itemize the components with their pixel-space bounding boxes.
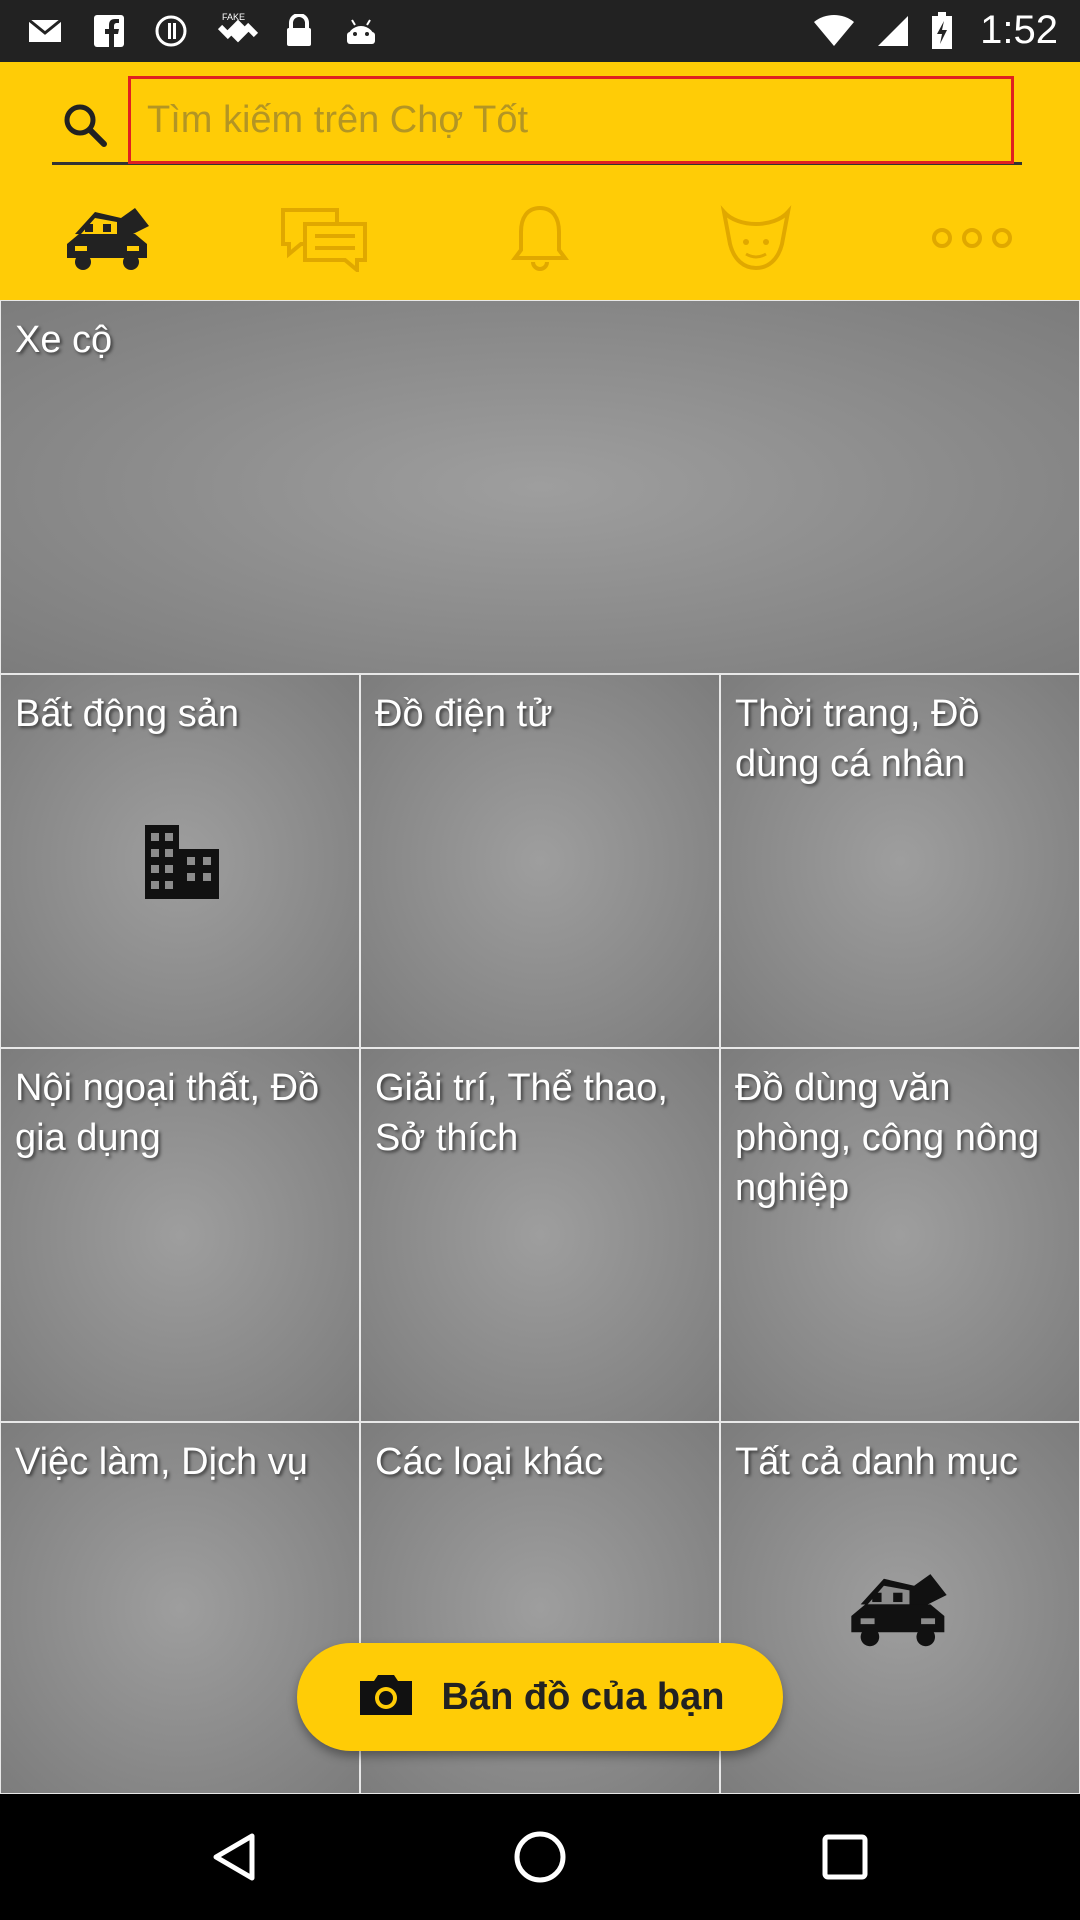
signal-icon (876, 14, 910, 48)
android-icon (344, 14, 378, 48)
app-header (0, 62, 1080, 300)
sync-icon (154, 14, 188, 48)
search-input[interactable] (128, 76, 1014, 164)
category-label: Việc làm, Dịch vụ (15, 1441, 308, 1483)
category-tile-real-estate[interactable]: Bất động sản (0, 674, 360, 1048)
system-nav-bar (0, 1794, 1080, 1920)
battery-icon (930, 12, 954, 49)
more-dots-icon (930, 226, 1014, 255)
status-time: 1:52 (980, 8, 1058, 52)
tab-categories[interactable] (48, 200, 168, 280)
lock-icon (282, 14, 316, 48)
category-tile-jobs[interactable]: Việc làm, Dịch vụ (0, 1422, 360, 1794)
category-tile-all[interactable]: Tất cả danh mục (720, 1422, 1080, 1794)
tab-more[interactable] (912, 200, 1032, 280)
car-house-icon (65, 204, 151, 277)
category-label: Đồ dùng văn phòng, công nông nghiệp (735, 1067, 1040, 1209)
search-icon[interactable] (62, 102, 108, 148)
category-tile-electronics[interactable]: Đồ điện tử (360, 674, 720, 1048)
category-label: Thời trang, Đồ dùng cá nhân (735, 693, 980, 785)
category-label: Giải trí, Thể thao, Sở thích (375, 1067, 668, 1159)
category-tile-furniture[interactable]: Nội ngoại thất, Đồ gia dụng (0, 1048, 360, 1422)
category-label: Nội ngoại thất, Đồ gia dụng (15, 1067, 320, 1159)
car-house-icon (849, 1569, 949, 1654)
wifi-icon (812, 14, 856, 48)
chat-icon (279, 204, 369, 277)
recents-icon[interactable] (810, 1822, 880, 1892)
tab-notifications[interactable] (480, 200, 600, 280)
sell-button-label: Bán đồ của bạn (441, 1675, 725, 1718)
tab-messages[interactable] (264, 200, 384, 280)
category-tile-office[interactable]: Đồ dùng văn phòng, công nông nghiệp (720, 1048, 1080, 1422)
category-label: Các loại khác (375, 1441, 604, 1483)
category-label: Xe cộ (15, 319, 113, 361)
tab-profile[interactable] (696, 200, 816, 280)
status-bar: FAKE 1:52 (0, 0, 1080, 62)
category-label: Bất động sản (15, 693, 239, 735)
fake-gps-icon: FAKE (216, 12, 260, 48)
category-tile-entertainment[interactable]: Giải trí, Thể thao, Sở thích (360, 1048, 720, 1422)
svg-text:FAKE: FAKE (222, 12, 245, 22)
sell-button[interactable]: Bán đồ của bạn (297, 1643, 783, 1751)
category-tile-vehicles[interactable]: Xe cộ (0, 300, 1080, 674)
home-icon[interactable] (505, 1822, 575, 1892)
gmail-icon (28, 14, 62, 48)
back-icon[interactable] (200, 1822, 270, 1892)
bell-icon (511, 204, 569, 277)
category-tile-fashion[interactable]: Thời trang, Đồ dùng cá nhân (720, 674, 1080, 1048)
buildings-icon (145, 825, 219, 904)
category-label: Đồ điện tử (375, 693, 553, 735)
category-grid: Xe cộ Bất động sản Đồ điện tử Thời trang… (0, 300, 1080, 1794)
category-label: Tất cả danh mục (735, 1441, 1019, 1483)
facebook-icon (92, 14, 126, 48)
profile-face-icon (718, 204, 794, 277)
camera-icon (356, 1673, 416, 1722)
